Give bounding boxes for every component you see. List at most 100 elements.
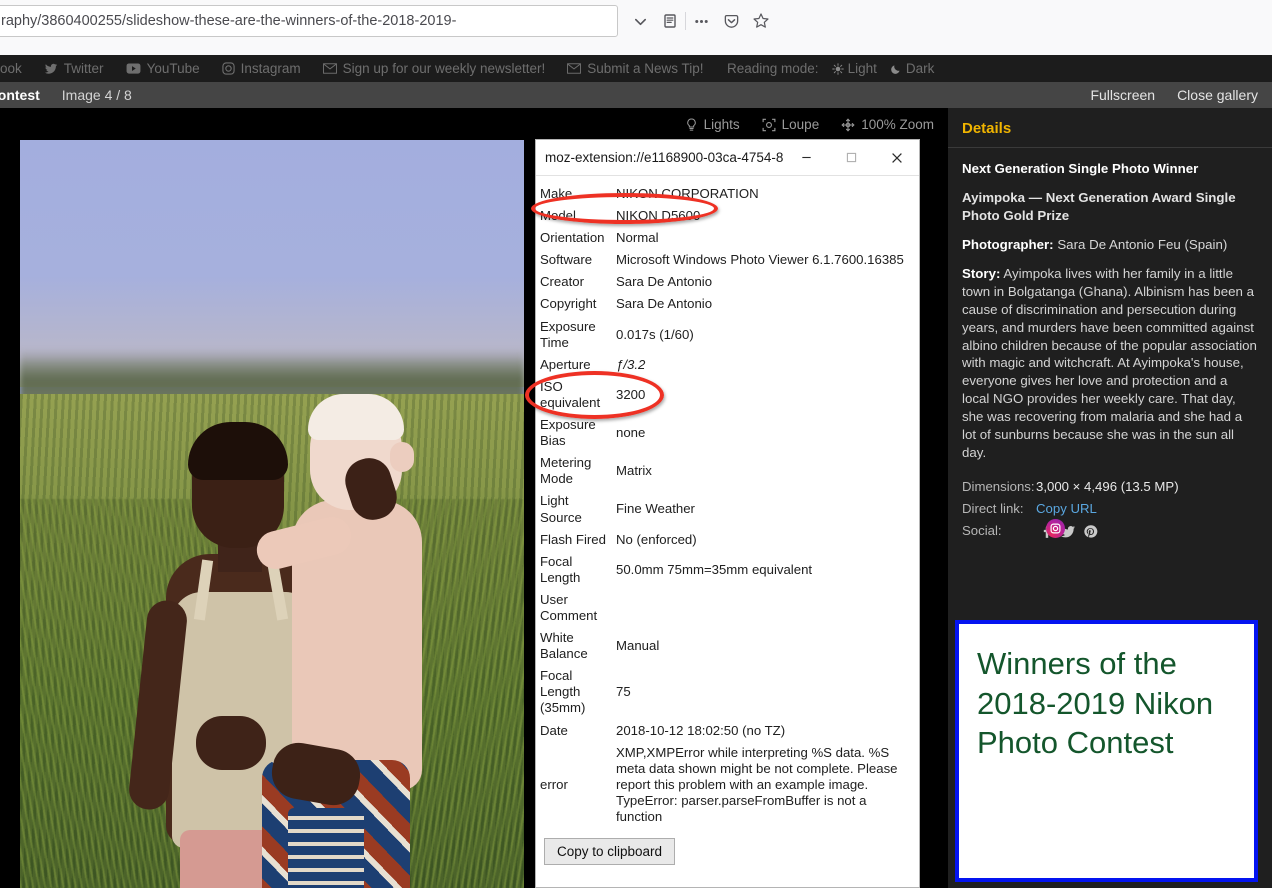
zoom-label: 100% Zoom: [861, 117, 934, 132]
exif-key: Flash Fired: [540, 531, 606, 547]
dark-label: Dark: [905, 61, 935, 76]
photo-child-hair: [308, 394, 404, 440]
pinterest-icon[interactable]: [1080, 522, 1100, 542]
reading-mode-dark[interactable]: Dark: [890, 61, 935, 76]
exif-value: Normal: [616, 230, 659, 246]
exif-key: White Balance: [540, 630, 588, 662]
social-link-instagram[interactable]: Instagram: [221, 61, 301, 76]
exif-key: Aperture: [540, 356, 591, 372]
exif-metadata-window: moz-extension://e1168900-03ca-4754-82c2.…: [535, 139, 920, 888]
site-social-strip: ebook Twitter YouTube Instagram Sign up …: [0, 55, 1272, 82]
social-label: ebook: [0, 61, 22, 76]
copy-url-link[interactable]: Copy URL: [1036, 500, 1097, 518]
minimize-icon[interactable]: [784, 140, 829, 175]
viewer-toolbar: Lights Loupe 100% Zoom: [0, 108, 948, 141]
exif-row: ISO equivalent 3200: [540, 376, 919, 414]
social-share-icons: [1036, 518, 1100, 542]
exif-row: User Comment: [540, 589, 919, 627]
image-counter: Image 4 / 8: [61, 87, 132, 103]
exif-row: Flash Fired No (enforced): [540, 529, 919, 551]
social-row: Social:: [962, 518, 1258, 542]
exif-row: Software Microsoft Windows Photo Viewer 6…: [540, 249, 919, 271]
exif-key: Exposure Time: [540, 318, 596, 350]
browser-chrome: raphy/3860400255/slideshow-these-are-the…: [0, 0, 1272, 44]
exif-value: none: [616, 425, 646, 441]
browser-toolbar-icons: [625, 5, 776, 37]
maximize-icon[interactable]: [829, 140, 874, 175]
exif-key: Model: [540, 208, 576, 224]
gallery-header-actions: Fullscreen Close gallery: [1090, 87, 1258, 103]
exif-row: Creator Sara De Antonio: [540, 271, 919, 293]
social-link-twitter[interactable]: Twitter: [44, 61, 104, 76]
exif-value: ƒ/3.2: [616, 356, 646, 372]
dimensions-row: Dimensions: 3,000 × 4,496 (13.5 MP): [962, 478, 1258, 496]
exif-title-bar[interactable]: moz-extension://e1168900-03ca-4754-82c2.…: [536, 140, 919, 176]
exif-key: Metering Mode: [540, 455, 592, 487]
zoom-control[interactable]: 100% Zoom: [841, 117, 934, 132]
reading-mode-light[interactable]: Light: [831, 61, 877, 76]
url-bar[interactable]: raphy/3860400255/slideshow-these-are-the…: [0, 5, 618, 37]
chrome-filler: [0, 44, 1272, 55]
exif-table: Make NIKON CORPORATION Model NIKON D5600 Ori…: [540, 183, 919, 828]
exif-value: XMP,XMPError while interpreting %S data.…: [616, 744, 898, 824]
reader-mode-icon[interactable]: [655, 6, 685, 36]
exif-key: Orientation: [540, 230, 605, 246]
exif-value: Sara De Antonio: [616, 274, 713, 290]
exif-key: Exposure Bias: [540, 417, 596, 449]
url-text[interactable]: raphy/3860400255/slideshow-these-are-the…: [0, 13, 617, 29]
newsletter-signup-link[interactable]: Sign up for our weekly newsletter!: [322, 61, 545, 76]
social-link-facebook[interactable]: ebook: [0, 61, 22, 76]
gallery-title: oto Contest: [0, 87, 40, 103]
social-link-youtube[interactable]: YouTube: [126, 61, 200, 76]
direct-link-label: Direct link:: [962, 500, 1024, 516]
award-title: Next Generation Single Photo Winner: [962, 161, 1199, 176]
loupe-label: Loupe: [781, 117, 820, 132]
exif-key: Creator: [540, 274, 584, 290]
exif-body: Make NIKON CORPORATION Model NIKON D5600 Ori…: [536, 176, 919, 866]
story-label: Story:: [962, 265, 1001, 281]
lights-label: Lights: [703, 117, 740, 132]
exif-value: 75: [616, 684, 631, 700]
social-label: Instagram: [240, 61, 301, 76]
copy-to-clipboard-button[interactable]: Copy to clipboard: [544, 838, 676, 866]
exif-key: Software: [540, 252, 593, 268]
photographer-row: Photographer: Sara De Antonio Feu (Spain…: [962, 236, 1258, 254]
exif-value: 2018-10-12 18:02:50 (no TZ): [616, 722, 786, 738]
exif-key: Focal Length (35mm): [540, 668, 586, 716]
exif-key: Light Source: [540, 493, 582, 525]
exif-row: Light Source Fine Weather: [540, 490, 919, 528]
news-tip-link[interactable]: Submit a News Tip!: [567, 61, 704, 76]
pocket-icon[interactable]: [716, 6, 746, 36]
direct-link-row: Direct link: Copy URL: [962, 500, 1258, 518]
close-gallery-button[interactable]: Close gallery: [1177, 87, 1258, 103]
reading-mode-switcher: Reading mode: Light Dark: [727, 55, 934, 82]
chevron-down-icon[interactable]: [625, 6, 655, 36]
exif-window-title: moz-extension://e1168900-03ca-4754-82c2.…: [545, 150, 784, 165]
photographer-label: Photographer:: [962, 236, 1054, 252]
exif-row: Orientation Normal: [540, 227, 919, 249]
exif-row: error XMP,XMPError while interpreting %S …: [540, 742, 919, 828]
lights-toggle[interactable]: Lights: [685, 117, 740, 132]
exif-row: Copyright Sara De Antonio: [540, 293, 919, 315]
fullscreen-button[interactable]: Fullscreen: [1090, 87, 1155, 103]
photographer-name: Sara De Antonio Feu (Spain): [1057, 236, 1228, 252]
exif-value: 50.0mm 75mm=35mm equivalent: [616, 561, 813, 577]
exif-row: Focal Length (35mm) 75: [540, 665, 919, 719]
loupe-toggle[interactable]: Loupe: [762, 117, 820, 132]
social-label: Twitter: [63, 61, 104, 76]
exif-value: NIKON D5600: [616, 208, 701, 224]
photo-child-ear: [390, 442, 414, 472]
exif-key: ISO equivalent: [540, 378, 601, 410]
instagram-icon[interactable]: [1046, 518, 1065, 538]
photo-subject-hand-upper: [196, 716, 266, 770]
close-icon[interactable]: [874, 140, 919, 175]
ellipsis-icon[interactable]: [686, 6, 716, 36]
dimensions-value: 3,000 × 4,496 (13.5 MP): [1036, 479, 1179, 495]
photo-child-wrap-panel: [288, 808, 364, 888]
exif-key: Date: [540, 722, 568, 738]
social-label: Social:: [962, 522, 1002, 538]
bookmark-star-icon[interactable]: [746, 6, 776, 36]
gallery-photo[interactable]: [20, 140, 524, 888]
details-heading: Details: [948, 108, 1272, 148]
exif-value: Fine Weather: [616, 501, 695, 517]
